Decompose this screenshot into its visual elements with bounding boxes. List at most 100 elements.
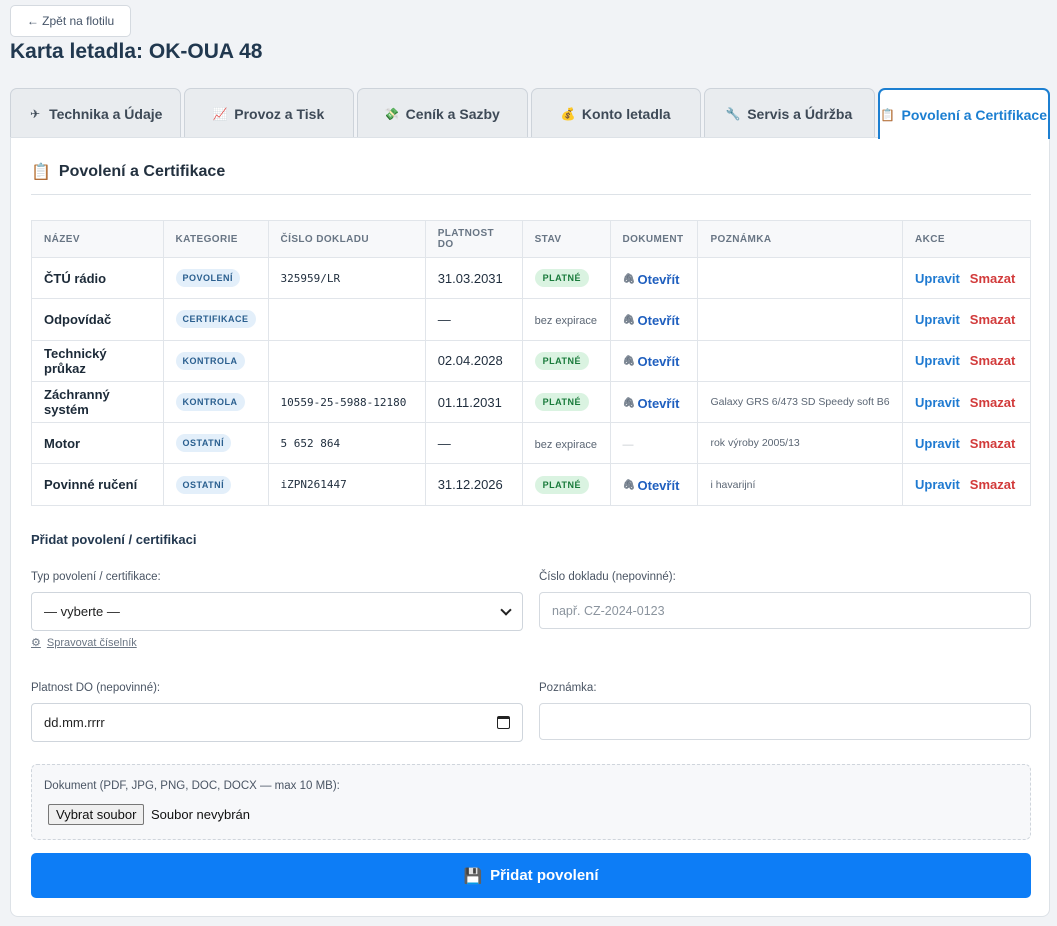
column-header: STAV [521, 220, 611, 258]
permit-name: Technický průkaz [31, 339, 164, 382]
delete-button[interactable]: Smazat [970, 436, 1016, 451]
delete-button[interactable]: Smazat [970, 477, 1016, 492]
edit-button[interactable]: Upravit [915, 477, 960, 492]
tab-servis[interactable]: 🔧 Servis a Údržba [704, 88, 875, 138]
back-to-fleet-button[interactable]: ← Zpět na flotilu [10, 5, 131, 37]
delete-button[interactable]: Smazat [970, 312, 1016, 327]
tab-technika[interactable]: ✈ Technika a Údaje [10, 88, 181, 138]
permit-type-select[interactable]: — vyberte — [31, 592, 523, 631]
open-document-link[interactable]: 🖇 Otevřít [623, 396, 680, 411]
open-document-link[interactable]: 🖇 Otevřít [623, 354, 680, 369]
note-field[interactable] [539, 703, 1031, 740]
valid-until-value: dd.mm.rrrr [44, 715, 105, 730]
valid-until-date-field[interactable]: dd.mm.rrrr [31, 703, 523, 742]
category-cell: OSTATNÍ [162, 463, 269, 506]
category-badge: OSTATNÍ [175, 434, 232, 453]
status-badge: PLATNÉ [534, 393, 589, 412]
permit-name: Záchranný systém [31, 380, 164, 424]
manage-codelist-link[interactable]: ⚙ Spravovat číselník [31, 636, 137, 650]
open-document-link[interactable]: 🖇 Otevřít [623, 272, 680, 287]
add-permit-form-title: Přidat povolení / certifikaci [31, 532, 197, 547]
category-cell: CERTIFIKACE [162, 298, 269, 341]
doc-number: 325959/LR [267, 256, 426, 300]
section-title-text: Povolení a Certifikace [58, 163, 226, 180]
valid-until: — [424, 298, 523, 341]
note: Galaxy GRS 6/473 SD Speedy soft B6 [697, 380, 903, 424]
doc-number: 5 652 864 [267, 422, 426, 465]
state-cell: PLATNÉ [521, 339, 611, 382]
status-text: bez expirace [534, 314, 597, 327]
tab-bar: ✈ Technika a Údaje 📈 Provoz a Tisk 💸 Cen… [10, 88, 1050, 139]
valid-until: 02.04.2028 [424, 339, 523, 382]
paperclip-icon: 🖇 [622, 397, 636, 409]
tab-label: Technika a Údaje [49, 105, 163, 122]
valid-until: 01.11.2031 [424, 380, 523, 424]
add-permit-label: Přidat povolení [490, 867, 599, 884]
edit-button[interactable]: Upravit [915, 312, 960, 327]
delete-button[interactable]: Smazat [970, 395, 1016, 410]
permit-type-label: Typ povolení / certifikace: [31, 571, 161, 583]
tab-label: Konto letadla [581, 105, 671, 122]
table-row: Povinné ručení OSTATNÍ iZPN261447 31.12.… [31, 463, 1031, 506]
category-badge: KONTROLA [175, 351, 245, 370]
permits-panel: 📋 Povolení a Certifikace NÁZEV KATEGORIE… [10, 137, 1050, 917]
column-header: PLATNOST DO [424, 220, 523, 258]
document-upload-area[interactable]: Dokument (PDF, JPG, PNG, DOC, DOCX — max… [31, 764, 1031, 840]
file-status: Soubor nevybrán [151, 807, 251, 822]
table-header-row: NÁZEV KATEGORIE ČÍSLO DOKLADU PLATNOST D… [31, 220, 1031, 258]
choose-file-button[interactable]: Vybrat soubor [48, 804, 145, 825]
edit-button[interactable]: Upravit [915, 436, 960, 451]
edit-button[interactable]: Upravit [915, 271, 960, 286]
paperclip-icon: 🖇 [622, 480, 636, 492]
doc-number [267, 298, 426, 341]
category-cell: KONTROLA [162, 380, 269, 424]
actions-cell: Upravit Smazat [902, 298, 1031, 341]
section-title: 📋 Povolení a Certifikace [31, 162, 225, 182]
money-icon: 💸 [384, 106, 400, 121]
delete-button[interactable]: Smazat [970, 271, 1016, 286]
note [697, 256, 903, 300]
doc-number: 10559-25-5988-12180 [267, 380, 426, 424]
airplane-icon: ✈ [30, 106, 41, 121]
table-row: Odpovídač CERTIFIKACE — bez expirace 🖇 Ot… [31, 298, 1031, 341]
column-header: ČÍSLO DOKLADU [267, 220, 426, 258]
category-cell: POVOLENÍ [162, 256, 269, 300]
tab-label: Servis a Údržba [747, 105, 853, 122]
status-badge: PLATNÉ [534, 475, 589, 494]
open-document-link[interactable]: 🖇 Otevřít [623, 478, 680, 493]
note: rok výroby 2005/13 [697, 422, 903, 465]
gear-icon: ⚙ [31, 637, 41, 649]
money-bag-icon: 💰 [560, 106, 576, 121]
tab-konto[interactable]: 💰 Konto letadla [530, 88, 701, 138]
permit-type-value: — vyberte — [44, 604, 120, 619]
upload-label: Dokument (PDF, JPG, PNG, DOC, DOCX — max… [44, 780, 340, 792]
clipboard-icon: 📋 [31, 164, 51, 181]
open-document-label: Otevřít [637, 395, 680, 411]
open-document-link[interactable]: 🖇 Otevřít [623, 313, 680, 328]
column-header: POZNÁMKA [697, 220, 903, 258]
tab-provoz[interactable]: 📈 Provoz a Tisk [183, 88, 354, 138]
document-cell: 🖇 Otevřít [609, 339, 699, 382]
edit-button[interactable]: Upravit [915, 395, 960, 410]
tab-povoleni[interactable]: 📋 Povolení a Certifikace [877, 88, 1050, 139]
status-badge: PLATNÉ [534, 269, 589, 288]
valid-until-label: Platnost DO (nepovinné): [31, 682, 161, 694]
valid-until: — [424, 422, 523, 465]
calendar-icon[interactable] [497, 716, 510, 729]
edit-button[interactable]: Upravit [915, 353, 960, 368]
tab-label: Povolení a Certifikace [901, 106, 1047, 123]
category-badge: KONTROLA [175, 393, 245, 412]
tab-label: Ceník a Sazby [405, 105, 500, 122]
page-title: Karta letadla: OK-OUA 48 [10, 40, 263, 63]
column-header: DOKUMENT [609, 220, 699, 258]
document-cell: 🖇 Otevřít [609, 463, 699, 506]
valid-until: 31.03.2031 [424, 256, 523, 300]
doc-number-field[interactable]: např. CZ-2024-0123 [539, 592, 1031, 629]
actions-cell: Upravit Smazat [902, 463, 1031, 506]
actions-cell: Upravit Smazat [902, 380, 1031, 424]
tab-cenik[interactable]: 💸 Ceník a Sazby [357, 88, 528, 138]
add-permit-button[interactable]: 💾 Přidat povolení [31, 853, 1031, 898]
delete-button[interactable]: Smazat [970, 353, 1016, 368]
note [697, 339, 903, 382]
table-row: Motor OSTATNÍ 5 652 864 — bez expirace —… [31, 422, 1031, 465]
